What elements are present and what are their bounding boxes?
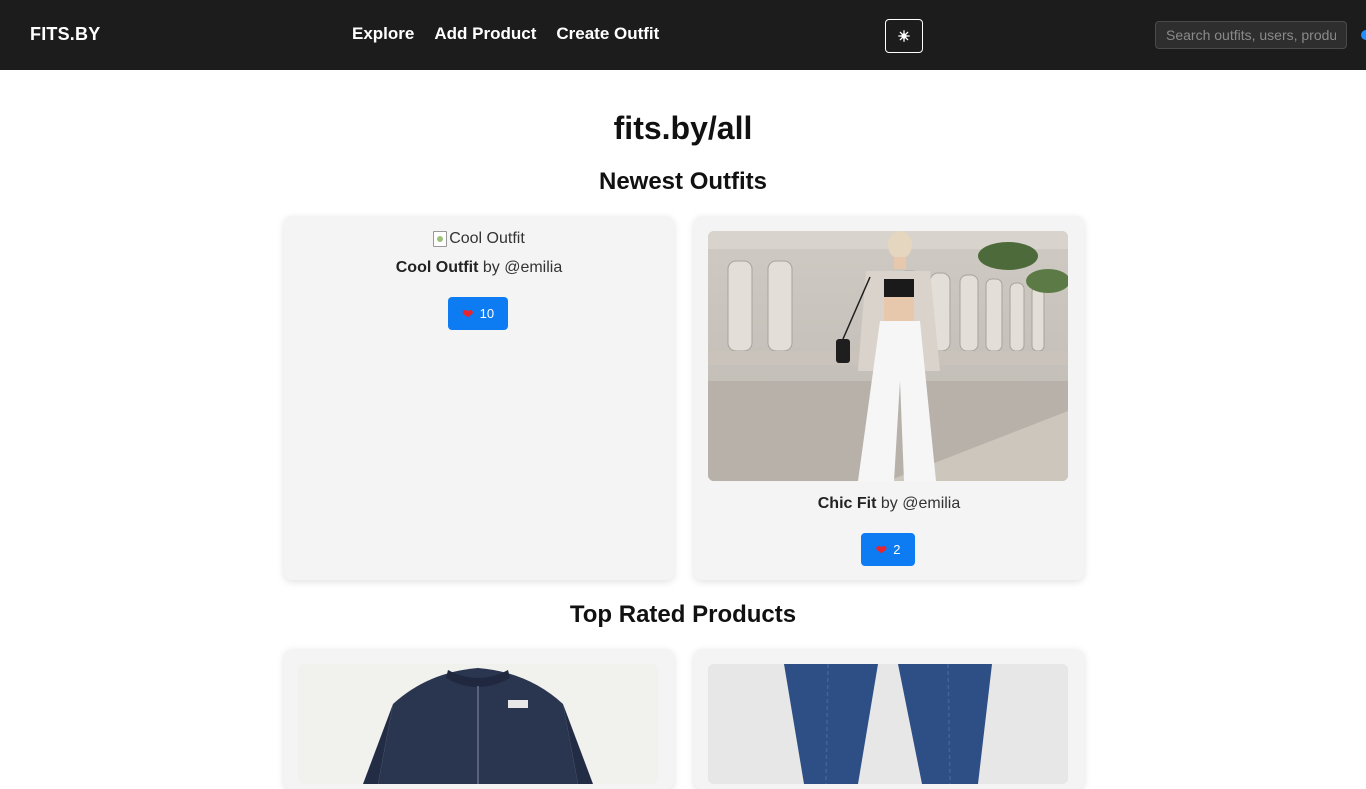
brand-logo[interactable]: FITS.BY — [30, 24, 100, 45]
status-dot — [1361, 30, 1366, 40]
product-card[interactable] — [694, 649, 1084, 789]
outfit-name[interactable]: Chic Fit — [818, 495, 877, 512]
nav-link-create-outfit[interactable]: Create Outfit — [556, 24, 659, 44]
outfit-image-broken[interactable]: Cool Outfit — [284, 230, 674, 248]
outfit-card[interactable]: Chic Fit by @emilia ❤ 2 — [694, 216, 1084, 580]
outfit-card[interactable]: Cool Outfit Cool Outfit by @emilia ❤ 10 — [284, 216, 674, 580]
theme-toggle-button[interactable] — [885, 19, 923, 53]
outfit-user[interactable]: @emilia — [504, 259, 562, 276]
outfit-caption: Chic Fit by @emilia — [694, 495, 1084, 513]
outfit-by-label: by — [880, 495, 898, 512]
nav-link-explore[interactable]: Explore — [352, 24, 414, 44]
like-count: 10 — [479, 306, 495, 321]
navbar: FITS.BY Explore Add Product Create Outfi… — [0, 0, 1366, 70]
section-title-top-rated-products: Top Rated Products — [569, 601, 797, 628]
page-title: fits.by/all — [613, 110, 753, 146]
broken-image-icon — [433, 231, 448, 247]
section-title-newest-outfits: Newest Outfits — [598, 168, 768, 195]
outfit-image-alt-text: Cool Outfit — [449, 230, 525, 247]
search-input[interactable] — [1155, 21, 1347, 49]
nav-link-add-product[interactable]: Add Product — [434, 24, 536, 44]
outfit-caption: Cool Outfit by @emilia — [284, 259, 674, 277]
outfit-user[interactable]: @emilia — [902, 495, 960, 512]
product-photo-illustration — [298, 664, 658, 784]
outfit-by-label: by — [482, 259, 500, 276]
heart-icon: ❤ — [875, 541, 888, 558]
product-photo[interactable] — [708, 664, 1068, 784]
outfit-photo[interactable] — [708, 231, 1068, 481]
product-card[interactable] — [284, 649, 674, 789]
outfit-name[interactable]: Cool Outfit — [396, 259, 479, 276]
like-button[interactable]: ❤ 2 — [861, 533, 915, 566]
heart-icon: ❤ — [461, 305, 474, 322]
nav-links: Explore Add Product Create Outfit — [352, 24, 659, 44]
like-count: 2 — [893, 542, 901, 557]
product-photo-illustration — [708, 664, 1068, 784]
sun-icon — [898, 30, 910, 42]
like-button[interactable]: ❤ 10 — [448, 297, 508, 330]
outfit-photo-illustration — [708, 231, 1068, 481]
product-photo[interactable] — [298, 664, 658, 784]
